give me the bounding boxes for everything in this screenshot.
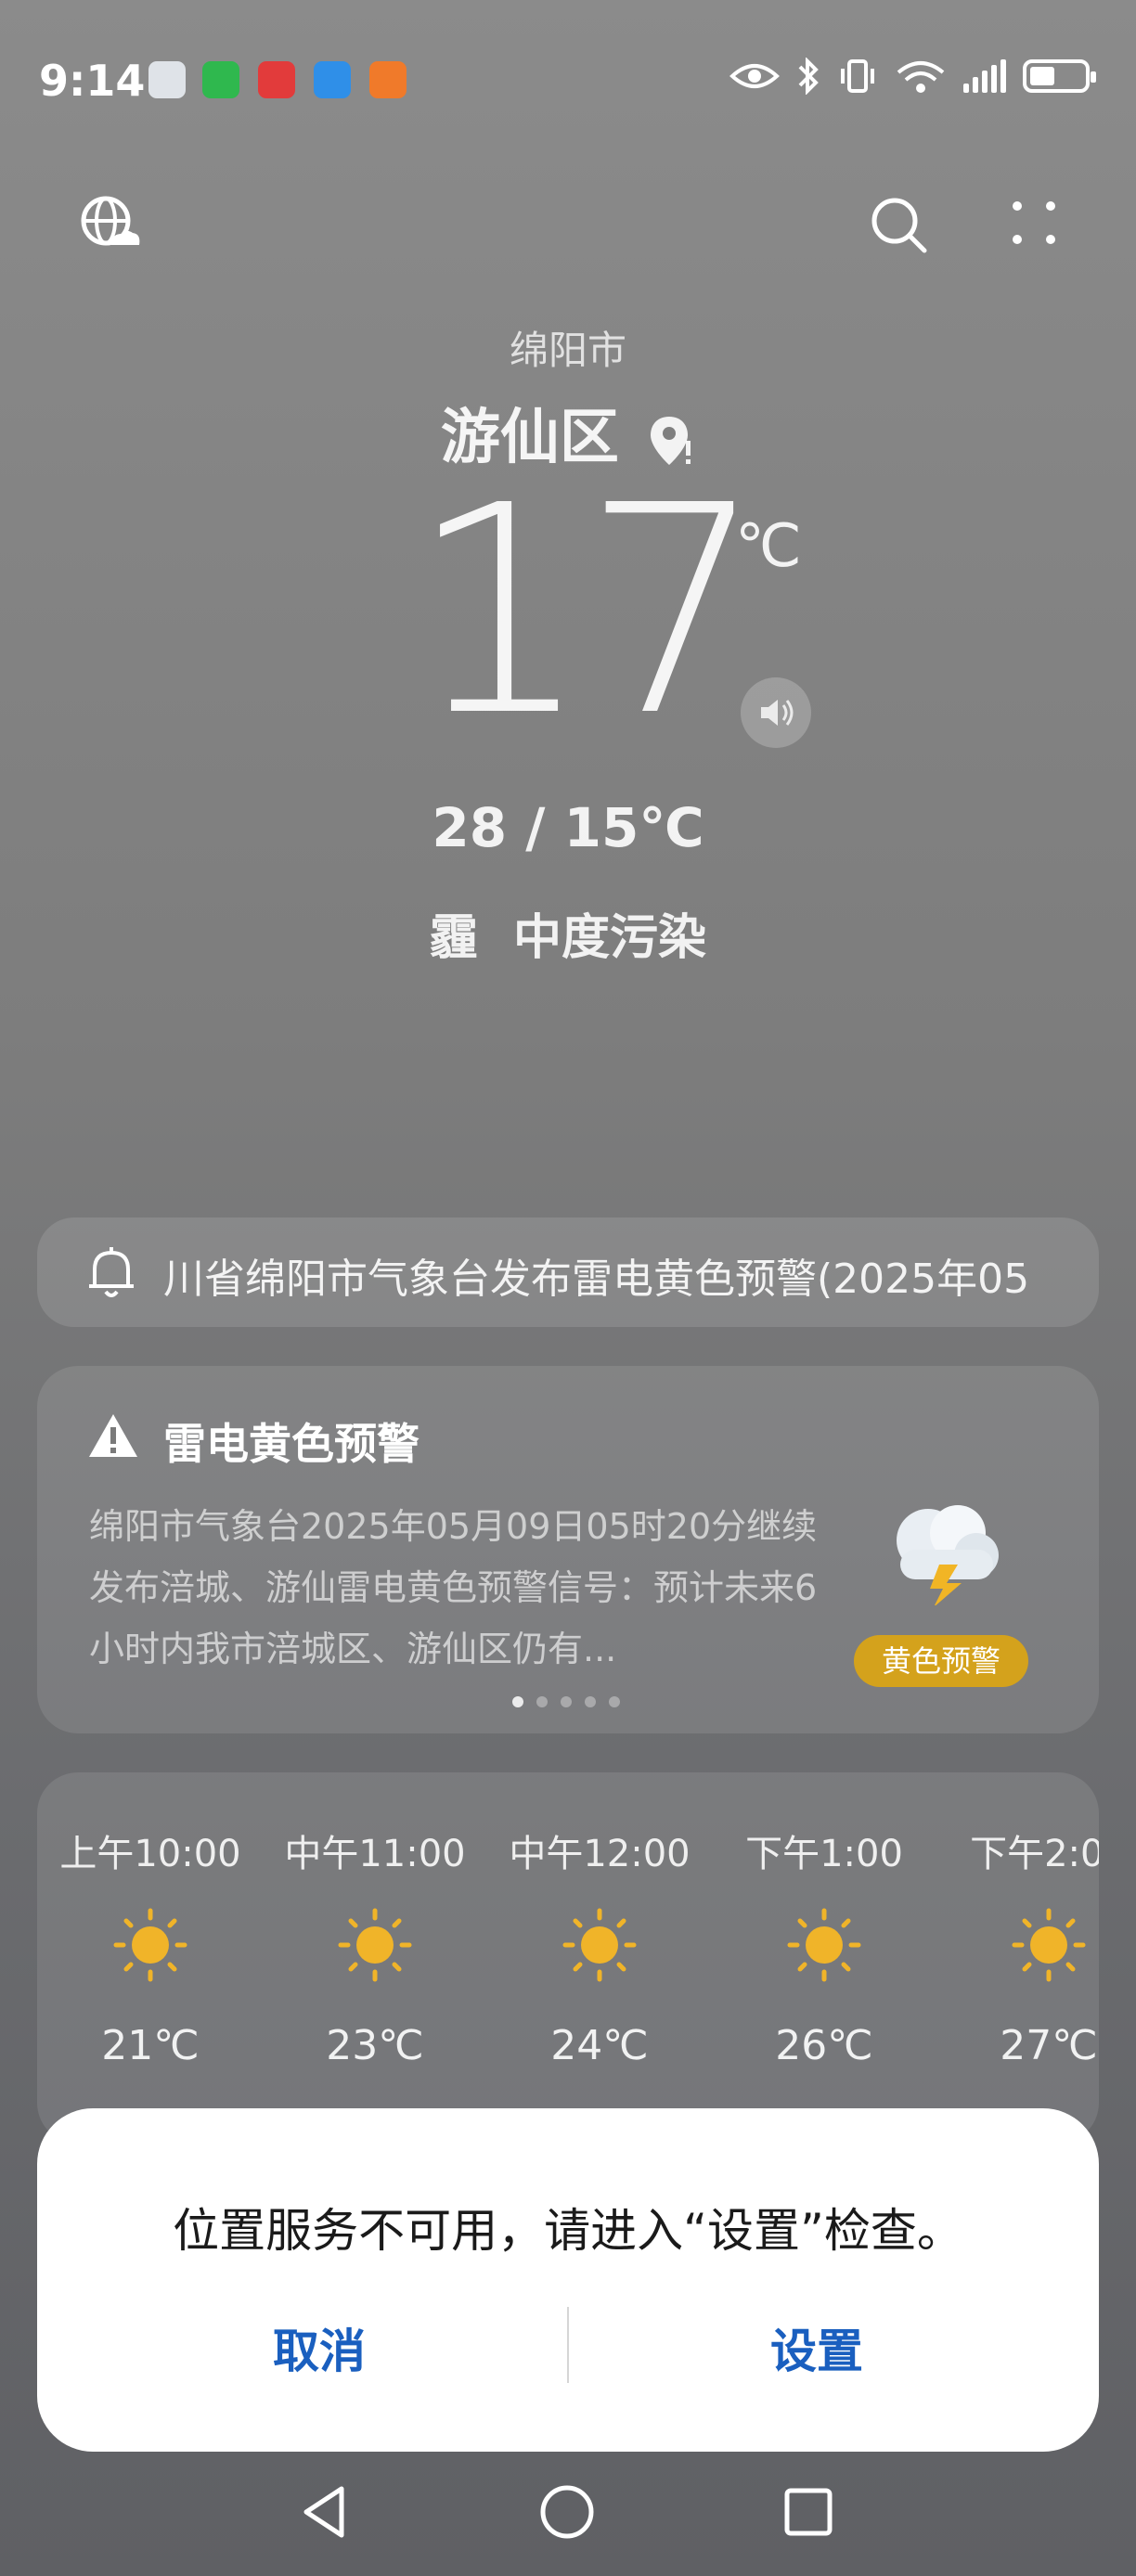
wechat-icon — [202, 61, 239, 98]
city-name: 绵阳市 — [509, 328, 626, 373]
dialog-message: 位置服务不可用，请进入“设置”检查。 — [173, 2204, 963, 2258]
weather-condition: 霾 — [429, 910, 478, 966]
back-icon[interactable] — [293, 2479, 358, 2544]
globe-cloud-icon[interactable] — [78, 193, 143, 258]
bell-icon — [89, 1247, 134, 1297]
hour-temp: 23℃ — [326, 2022, 424, 2069]
more-options-icon[interactable] — [1004, 193, 1069, 258]
bluetooth-icon — [798, 58, 819, 95]
warning-level-badge: 黄色预警 — [854, 1635, 1028, 1687]
book-app-icon — [258, 61, 295, 98]
hour-time: 中午12:00 — [509, 1833, 691, 1875]
warning-title: 雷电黄色预警 — [163, 1419, 420, 1469]
hour-time: 下午2:00 — [970, 1833, 1099, 1875]
ticker-text: 川省绵阳市气象台发布雷电黄色预警(2025年05 — [163, 1256, 1030, 1303]
warning-body: 绵阳市气象台2025年05月09日05时20分继续发布涪城、游仙雷电黄色预警信号… — [89, 1506, 818, 1669]
search-icon[interactable] — [867, 193, 932, 258]
hour-item: 上午10:00 21℃ — [58, 1772, 243, 2069]
cancel-button[interactable]: 取消 — [59, 2314, 579, 2381]
home-icon[interactable] — [535, 2479, 600, 2544]
taobao-icon — [369, 61, 407, 98]
hour-temp: 24℃ — [550, 2022, 649, 2069]
eye-icon — [729, 64, 780, 88]
hour-time: 下午1:00 — [745, 1833, 903, 1875]
hour-item: 中午11:00 23℃ — [282, 1772, 468, 2069]
sun-icon — [562, 1908, 637, 1982]
vibrate-icon — [841, 59, 874, 93]
settings-button[interactable]: 设置 — [557, 2314, 1077, 2381]
hour-temp: 27℃ — [1000, 2022, 1098, 2069]
sun-icon — [787, 1908, 861, 1982]
hour-time: 上午10:00 — [59, 1833, 241, 1875]
hour-temp: 26℃ — [775, 2022, 873, 2069]
temperature-range: 28 / 15℃ — [432, 796, 704, 859]
sun-icon — [1012, 1908, 1086, 1982]
speaker-icon — [761, 700, 794, 726]
temperature-unit: ℃ — [735, 512, 802, 581]
hour-temp: 21℃ — [101, 2022, 200, 2069]
message-app-icon — [314, 61, 351, 98]
sun-icon — [338, 1908, 412, 1982]
warning-triangle-icon — [89, 1414, 137, 1457]
status-indicators — [729, 58, 1096, 95]
air-quality: 中度污染 — [513, 910, 707, 966]
hourly-forecast[interactable]: 上午10:00 21℃ 中午11:00 23℃ 中午12:00 24℃ 下午1:… — [37, 1772, 1099, 2144]
sun-icon — [113, 1908, 187, 1982]
hour-time: 中午11:00 — [284, 1833, 466, 1875]
status-time: 9:14 — [39, 56, 146, 106]
signal-icon — [963, 59, 1006, 93]
recents-icon[interactable] — [776, 2479, 841, 2544]
condition-line: 霾 中度污染 — [0, 898, 1136, 968]
hour-item: 下午1:00 26℃ — [731, 1772, 917, 2069]
current-temperature: 17 — [408, 444, 765, 779]
wifi-icon — [897, 61, 945, 93]
location-service-dialog — [37, 2108, 1099, 2452]
hour-item: 中午12:00 24℃ — [507, 1772, 692, 2069]
battery-icon — [1023, 59, 1096, 93]
hour-item: 下午2:00 27℃ — [956, 1772, 1099, 2069]
carousel-dots — [512, 1696, 620, 1707]
speaker-button[interactable] — [741, 677, 811, 748]
thunderstorm-icon — [897, 1505, 999, 1605]
notification-app-icon-1 — [148, 61, 186, 98]
